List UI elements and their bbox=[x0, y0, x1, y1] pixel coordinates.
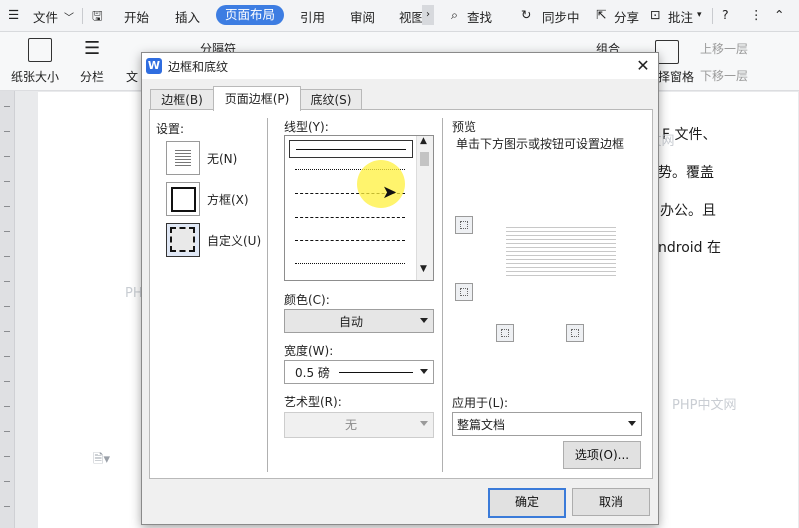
help-button[interactable]: ? bbox=[722, 7, 729, 22]
document-text-line: ndroid 在 bbox=[658, 240, 721, 256]
selection-pane-button[interactable]: 择窗格 bbox=[658, 68, 694, 85]
menu-bar: ☰ 文件 ﹀ 🖫 开始 插入 页面布局 引用 审阅 视图 › ⌕ 查找 ↻ 同步… bbox=[0, 0, 799, 32]
divider bbox=[82, 8, 83, 24]
line-style-dash[interactable] bbox=[289, 211, 411, 223]
chevron-down-icon[interactable]: ﹀ bbox=[64, 9, 74, 24]
width-value: 0.5 磅 bbox=[295, 366, 330, 380]
apply-to-label: 应用于(L): bbox=[452, 396, 509, 410]
tab-page-border[interactable]: 页面边框(P) bbox=[213, 86, 301, 111]
tab-page-layout[interactable]: 页面布局 bbox=[216, 5, 284, 25]
settings-label: 设置: bbox=[156, 122, 185, 136]
right-border-button[interactable] bbox=[566, 324, 584, 342]
file-menu[interactable]: 文件 bbox=[33, 7, 58, 26]
cursor-highlight bbox=[357, 160, 405, 208]
art-value: 无 bbox=[345, 418, 358, 432]
page-border-panel: 设置: 无(N) 方框(X) 自定义(U) 线型(Y): ▲ ▼ 颜色(C): … bbox=[149, 109, 653, 479]
dialog-title-bar[interactable]: W 边框和底纹 ✕ bbox=[142, 53, 658, 79]
mouse-pointer-icon: ➤ bbox=[382, 182, 398, 203]
line-style-solid[interactable] bbox=[289, 140, 413, 158]
tab-insert[interactable]: 插入 bbox=[175, 7, 200, 26]
paste-options-icon[interactable]: 🗎▾ bbox=[93, 450, 110, 472]
paper-size-button[interactable]: 纸张大小 bbox=[11, 68, 59, 85]
art-label: 艺术型(R): bbox=[284, 395, 342, 409]
preview-label: 预览 bbox=[452, 120, 477, 134]
setting-custom-icon[interactable] bbox=[166, 223, 200, 257]
columns-button[interactable]: 分栏 bbox=[80, 68, 104, 85]
color-label: 颜色(C): bbox=[284, 293, 330, 307]
save-icon[interactable]: 🖫 bbox=[92, 7, 103, 28]
line-style-dash-dot-dot[interactable] bbox=[289, 257, 411, 269]
share-button[interactable]: 分享 bbox=[614, 7, 639, 26]
annotate-button[interactable]: 批注 bbox=[668, 7, 693, 26]
document-text-line: 势。覆盖 bbox=[658, 165, 714, 181]
top-border-button[interactable] bbox=[455, 216, 473, 234]
apply-to-value: 整篇文档 bbox=[457, 418, 506, 432]
setting-custom-label[interactable]: 自定义(U) bbox=[207, 232, 261, 249]
annotate-icon[interactable]: ⊡ bbox=[650, 7, 660, 22]
cancel-button[interactable]: 取消 bbox=[572, 488, 650, 516]
chevron-down-icon bbox=[420, 318, 428, 323]
watermark: PHP中文网 bbox=[672, 398, 737, 413]
setting-box-icon[interactable] bbox=[166, 182, 200, 216]
scrollbar-thumb[interactable] bbox=[420, 152, 429, 166]
tab-shading[interactable]: 底纹(S) bbox=[300, 89, 362, 110]
more-menu-icon[interactable]: ⋮ bbox=[750, 7, 763, 22]
search-label[interactable]: 查找 bbox=[467, 7, 492, 26]
line-style-list[interactable]: ▲ ▼ bbox=[284, 135, 434, 281]
tab-borders[interactable]: 边框(B) bbox=[150, 89, 214, 110]
width-dropdown[interactable]: 0.5 磅 bbox=[284, 360, 434, 384]
bottom-border-button[interactable] bbox=[455, 283, 473, 301]
chevron-down-icon bbox=[420, 421, 428, 426]
document-text-line: 办公。且 bbox=[660, 203, 716, 219]
hamburger-icon[interactable]: ☰ bbox=[8, 7, 19, 22]
color-value: 自动 bbox=[339, 315, 364, 329]
setting-box-label[interactable]: 方框(X) bbox=[207, 191, 249, 208]
vertical-ruler bbox=[0, 91, 15, 528]
divider bbox=[442, 118, 443, 472]
collapse-icon[interactable]: ⌃ bbox=[774, 7, 784, 22]
borders-shading-dialog: W 边框和底纹 ✕ 边框(B) 页面边框(P) 底纹(S) 设置: 无(N) 方… bbox=[141, 52, 659, 525]
tab-references[interactable]: 引用 bbox=[300, 7, 325, 26]
search-icon[interactable]: ⌕ bbox=[451, 7, 458, 23]
chevron-down-icon bbox=[420, 369, 428, 374]
columns-icon[interactable]: ☰ bbox=[84, 38, 100, 59]
options-button[interactable]: 选项(O)... bbox=[563, 441, 641, 469]
wps-logo-icon: W bbox=[146, 58, 162, 74]
chevron-down-icon[interactable]: ▾ bbox=[697, 10, 702, 20]
scroll-up-icon[interactable]: ▲ bbox=[420, 136, 427, 146]
color-dropdown[interactable]: 自动 bbox=[284, 309, 434, 333]
tab-review[interactable]: 审阅 bbox=[350, 7, 375, 26]
preview-page bbox=[506, 227, 616, 283]
line-style-label: 线型(Y): bbox=[284, 120, 329, 134]
setting-none-label[interactable]: 无(N) bbox=[207, 150, 237, 167]
tab-view[interactable]: 视图 bbox=[399, 7, 424, 26]
apply-to-dropdown[interactable]: 整篇文档 bbox=[452, 412, 642, 436]
text-direction-button[interactable]: 文 bbox=[126, 68, 138, 85]
chevron-down-icon bbox=[628, 421, 636, 426]
ok-button[interactable]: 确定 bbox=[488, 488, 566, 518]
divider bbox=[267, 118, 268, 472]
width-label: 宽度(W): bbox=[284, 344, 334, 358]
line-style-dash-dot[interactable] bbox=[289, 234, 411, 246]
sync-icon[interactable]: ↻ bbox=[521, 7, 531, 22]
preview-hint: 单击下方图示或按钮可设置边框 bbox=[456, 137, 625, 151]
divider bbox=[712, 8, 713, 24]
scroll-down-icon[interactable]: ▼ bbox=[420, 264, 427, 274]
dialog-title: 边框和底纹 bbox=[168, 60, 229, 74]
tab-home[interactable]: 开始 bbox=[124, 7, 149, 26]
paper-size-icon[interactable] bbox=[28, 38, 52, 62]
scrollbar[interactable]: ▲ ▼ bbox=[416, 136, 433, 280]
bring-forward-button[interactable]: 上移一层 bbox=[700, 40, 748, 57]
width-preview-line bbox=[339, 372, 413, 373]
art-dropdown[interactable]: 无 bbox=[284, 412, 434, 438]
sync-status[interactable]: 同步中 bbox=[542, 7, 580, 26]
left-border-button[interactable] bbox=[496, 324, 514, 342]
scroll-right-icon[interactable]: › bbox=[422, 5, 434, 25]
setting-none-icon[interactable] bbox=[166, 141, 200, 175]
close-button[interactable]: ✕ bbox=[632, 55, 654, 77]
share-icon[interactable]: ⇱ bbox=[596, 7, 606, 22]
send-backward-button[interactable]: 下移一层 bbox=[700, 67, 748, 84]
